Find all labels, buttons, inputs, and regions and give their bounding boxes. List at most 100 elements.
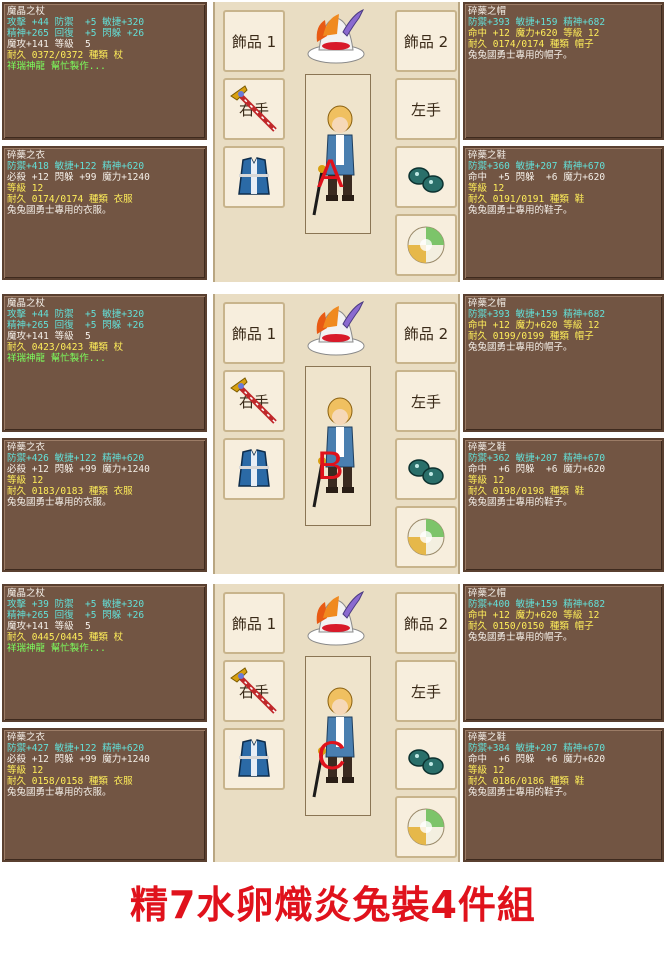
equipment-panel-a: 魔晶之杖 攻擊 +44 防禦 +5 敏捷+320 精神+265 回復 +5 閃躲 +… (0, 2, 666, 282)
hat-display (303, 6, 369, 70)
staff-icon (230, 85, 277, 132)
shoes-stat-line: 兔兔國勇士專用的鞋子。 (468, 205, 573, 216)
left-hand-label: 左手 (410, 100, 441, 119)
hat-stat-line: 兔兔國勇士專用的帽子。 (468, 632, 573, 643)
clothes-stat-line: 等級 12 (7, 765, 44, 776)
clothes-name: 碎藥之衣 (7, 150, 46, 161)
staff-info-panel: 魔晶之杖 攻擊 +39 防禦 +5 敏捷+320 精神+265 回復 +5 閃躲 +… (2, 584, 207, 722)
crystal-orb-icon (407, 226, 445, 264)
right-hand-slot[interactable]: 右手 (223, 370, 285, 432)
crystal-orb-icon (407, 518, 445, 556)
left-hand-slot[interactable]: 左手 (395, 370, 457, 432)
boots-icon (408, 167, 444, 193)
clothes-stat-line: 兔兔國勇士專用的衣服。 (7, 497, 112, 508)
shoes-info-panel: 碎藥之鞋 防禦+384 敏捷+207 精神+670 命中 +6 閃躲 +6 魔力+6… (463, 728, 664, 862)
crystal-slot[interactable] (395, 796, 457, 858)
hat-stat-line: 防禦+393 敏捷+159 精神+682 (468, 309, 606, 320)
left-hand-slot[interactable]: 左手 (395, 78, 457, 140)
staff-info-panel: 魔晶之杖 攻擊 +44 防禦 +5 敏捷+320 精神+265 回復 +5 閃躲 +… (2, 294, 207, 432)
hat-info-panel: 碎藥之帽 防禦+393 敏捷+159 精神+682 命中 +12 魔力+620 等級… (463, 294, 664, 432)
shoes-stat-line: 防禦+362 敏捷+207 精神+670 (468, 453, 606, 464)
shoes-stat-line: 防禦+384 敏捷+207 精神+670 (468, 743, 606, 754)
hat-display (303, 588, 369, 652)
shoes-stat-line: 等級 12 (468, 183, 505, 194)
clothes-stat-line: 兔兔國勇士專用的衣服。 (7, 787, 112, 798)
set-label: B (317, 444, 344, 488)
shoes-stat-line: 兔兔國勇士專用的鞋子。 (468, 787, 573, 798)
staff-name: 魔晶之杖 (7, 298, 46, 309)
clothes-stat-line: 必殺 +12 閃躲 +99 魔力+1240 (7, 172, 150, 183)
boots-icon (408, 749, 444, 775)
clothes-stat-line: 耐久 0183/0183 種類 衣服 (7, 486, 133, 497)
accessory-1-slot[interactable]: 飾品 1 (223, 302, 285, 364)
body-slot[interactable] (223, 728, 285, 790)
staff-stat-line: 祥瑞神龍 幫忙製作... (7, 643, 106, 654)
clothes-stat-line: 耐久 0158/0158 種類 衣服 (7, 776, 133, 787)
hat-name: 碎藥之帽 (468, 588, 507, 599)
accessory-2-label: 飾品 2 (403, 324, 449, 343)
right-hand-slot[interactable]: 右手 (223, 78, 285, 140)
shoes-stat-line: 等級 12 (468, 475, 505, 486)
feet-slot[interactable] (395, 146, 457, 208)
clothes-stat-line: 必殺 +12 閃躲 +99 魔力+1240 (7, 754, 150, 765)
staff-stat-line: 精神+265 回復 +5 閃躲 +26 (7, 28, 145, 39)
crystal-slot[interactable] (395, 214, 457, 276)
hat-stat-line: 兔兔國勇士專用的帽子。 (468, 342, 573, 353)
hat-stat-line: 耐久 0150/0150 種類 帽子 (468, 621, 594, 632)
staff-stat-line: 魔攻+141 等級 5 (7, 39, 91, 50)
shoes-stat-line: 命中 +5 閃躲 +6 魔力+620 (468, 172, 606, 183)
left-hand-label: 左手 (410, 392, 441, 411)
hat-name: 碎藥之帽 (468, 6, 507, 17)
armor-icon (238, 739, 270, 777)
equipment-panel-b: 魔晶之杖 攻擊 +44 防禦 +5 敏捷+320 精神+265 回復 +5 閃躲 +… (0, 294, 666, 574)
left-hand-slot[interactable]: 左手 (395, 660, 457, 722)
hat-stat-line: 命中 +12 魔力+620 等級 12 (468, 610, 600, 621)
boots-icon (408, 459, 444, 485)
armor-icon (238, 449, 270, 487)
accessory-2-slot[interactable]: 飾品 2 (395, 10, 457, 72)
crystal-orb-icon (407, 808, 445, 846)
left-hand-label: 左手 (410, 682, 441, 701)
staff-name: 魔晶之杖 (7, 6, 46, 17)
hat-stat-line: 耐久 0174/0174 種類 帽子 (468, 39, 594, 50)
right-hand-slot[interactable]: 右手 (223, 660, 285, 722)
hat-stat-line: 防禦+400 敏捷+159 精神+682 (468, 599, 606, 610)
accessory-2-label: 飾品 2 (403, 614, 449, 633)
clothes-stat-line: 防禦+426 敏捷+122 精神+620 (7, 453, 145, 464)
equipment-slots-area: 飾品 1 飾品 2 右手 左手 (213, 2, 460, 282)
shoes-name: 碎藥之鞋 (468, 150, 507, 161)
accessory-1-label: 飾品 1 (231, 32, 277, 51)
clothes-stat-line: 防禦+427 敏捷+122 精神+620 (7, 743, 145, 754)
equipment-panel-c: 魔晶之杖 攻擊 +39 防禦 +5 敏捷+320 精神+265 回復 +5 閃躲 +… (0, 584, 666, 862)
feet-slot[interactable] (395, 728, 457, 790)
feet-slot[interactable] (395, 438, 457, 500)
hat-stat-line: 防禦+393 敏捷+159 精神+682 (468, 17, 606, 28)
equipment-slots-area: 飾品 1 飾品 2 右手 左手 (213, 584, 460, 862)
crystal-slot[interactable] (395, 506, 457, 568)
shoes-stat-line: 等級 12 (468, 765, 505, 776)
accessory-2-slot[interactable]: 飾品 2 (395, 592, 457, 654)
accessory-2-slot[interactable]: 飾品 2 (395, 302, 457, 364)
accessory-1-slot[interactable]: 飾品 1 (223, 10, 285, 72)
staff-stat-line: 祥瑞神龍 幫忙製作... (7, 353, 106, 364)
staff-stat-line: 攻擊 +44 防禦 +5 敏捷+320 (7, 17, 145, 28)
hat-stat-line: 命中 +12 魔力+620 等級 12 (468, 320, 600, 331)
clothes-stat-line: 必殺 +12 閃躲 +99 魔力+1240 (7, 464, 150, 475)
body-slot[interactable] (223, 146, 285, 208)
staff-icon (230, 377, 277, 424)
set-label: A (317, 152, 344, 196)
accessory-1-slot[interactable]: 飾品 1 (223, 592, 285, 654)
body-slot[interactable] (223, 438, 285, 500)
staff-stat-line: 耐久 0445/0445 種類 杖 (7, 632, 124, 643)
hat-info-panel: 碎藥之帽 防禦+400 敏捷+159 精神+682 命中 +12 魔力+620 等級… (463, 584, 664, 722)
clothes-stat-line: 兔兔國勇士專用的衣服。 (7, 205, 112, 216)
clothes-info-panel: 碎藥之衣 防禦+427 敏捷+122 精神+620 必殺 +12 閃躲 +99 魔力… (2, 728, 207, 862)
clothes-info-panel: 碎藥之衣 防禦+418 敏捷+122 精神+620 必殺 +12 閃躲 +99 魔力… (2, 146, 207, 280)
shoes-stat-line: 耐久 0198/0198 種類 鞋 (468, 486, 585, 497)
shoes-stat-line: 兔兔國勇士專用的鞋子。 (468, 497, 573, 508)
clothes-name: 碎藥之衣 (7, 732, 46, 743)
staff-stat-line: 攻擊 +39 防禦 +5 敏捷+320 (7, 599, 145, 610)
hat-stat-line: 耐久 0199/0199 種類 帽子 (468, 331, 594, 342)
staff-info-panel: 魔晶之杖 攻擊 +44 防禦 +5 敏捷+320 精神+265 回復 +5 閃躲 +… (2, 2, 207, 140)
shoes-stat-line: 防禦+360 敏捷+207 精神+670 (468, 161, 606, 172)
